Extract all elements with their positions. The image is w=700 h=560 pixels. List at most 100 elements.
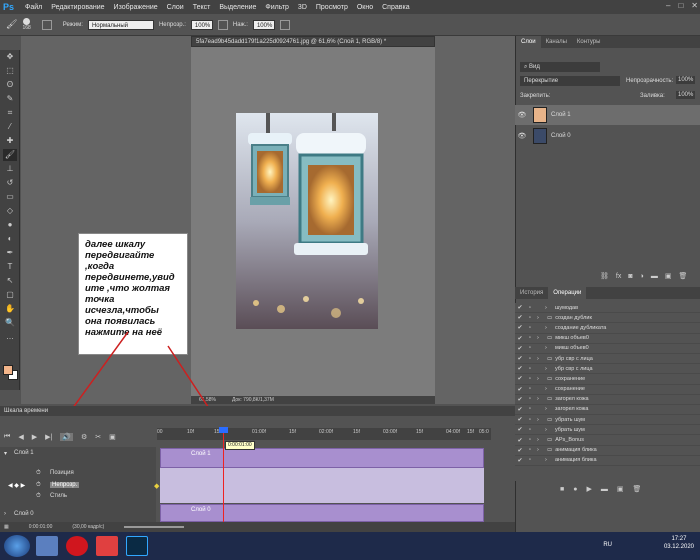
video-app-icon[interactable] [96, 536, 118, 556]
expand-arrow-icon[interactable]: › [545, 345, 555, 351]
first-frame-icon[interactable]: ⏮ [4, 433, 10, 441]
keyframe-track[interactable]: ◆ [154, 468, 484, 503]
tab-actions[interactable]: Операции [548, 287, 587, 299]
transition-icon[interactable]: ▣ [109, 433, 116, 441]
trash-icon[interactable]: 🗑 [678, 272, 687, 280]
action-check-icon[interactable]: ✔ [515, 386, 525, 393]
clip-layer-0[interactable]: Слой 0 [160, 504, 484, 522]
dialog-toggle-icon[interactable]: ▫ [525, 335, 535, 341]
layer-filter-select[interactable]: ⌕ Вид [520, 62, 600, 72]
expand-arrow-icon[interactable]: › [537, 396, 547, 402]
dialog-toggle-icon[interactable]: ▫ [525, 386, 535, 392]
action-check-icon[interactable]: ✔ [515, 396, 525, 403]
close-icon[interactable]: ✕ [691, 1, 698, 10]
action-item[interactable]: ✔ ▫ › шумодав [515, 303, 700, 314]
blend-mode-select[interactable]: Перекрытие [520, 76, 620, 86]
play-action-icon[interactable]: ▶ [586, 485, 591, 493]
expand-arrow-icon[interactable]: › [537, 437, 547, 443]
expand-arrow-icon[interactable]: › [537, 376, 547, 382]
action-item[interactable]: ✔ ▫ › анимация блика [515, 456, 700, 466]
play-icon[interactable]: ▶ [32, 433, 37, 441]
action-check-icon[interactable]: ✔ [515, 345, 525, 352]
expand-arrow-icon[interactable]: › [545, 325, 555, 331]
stopwatch-opacity-icon[interactable]: ⏱ [36, 482, 41, 489]
action-check-icon[interactable]: ✔ [515, 437, 525, 444]
expand-arrow-icon[interactable]: › [537, 356, 547, 362]
keyframe-nav-icon[interactable]: ◀ ◆ ▶ [8, 482, 25, 489]
expand-arrow-icon[interactable]: ▾ [4, 450, 7, 457]
dialog-toggle-icon[interactable]: ▫ [525, 356, 535, 362]
expand-arrow-icon[interactable]: › [537, 315, 547, 321]
action-item[interactable]: ✔ ▫ › ▭ APs_Bonus [515, 435, 700, 446]
timeline-layer-bottom[interactable]: Слой 0 [14, 511, 34, 517]
mask-icon[interactable]: ◙ [628, 273, 632, 280]
visibility-eye-icon[interactable]: 👁 [515, 111, 529, 119]
maximize-icon[interactable]: □ [678, 1, 683, 10]
action-item[interactable]: ✔ ▫ › ▭ создан дублик [515, 313, 700, 324]
photoshop-taskbar-icon[interactable] [126, 536, 148, 556]
dialog-toggle-icon[interactable]: ▫ [525, 376, 535, 382]
expand-arrow-icon[interactable]: › [537, 447, 547, 453]
layer-row-0[interactable]: 👁 Слой 0 [515, 126, 700, 146]
action-item[interactable]: ✔ ▫ › микш объев0 [515, 344, 700, 354]
action-item[interactable]: ✔ ▫ › ▭ убр свр с лица [515, 354, 700, 365]
layer-opacity-field[interactable]: 100% [676, 76, 696, 84]
action-check-icon[interactable]: ✔ [515, 426, 525, 433]
zoom-slider[interactable] [124, 526, 185, 528]
settings-gear-icon[interactable]: ⚙ [81, 433, 87, 441]
action-check-icon[interactable]: ✔ [515, 447, 525, 454]
split-clip-icon[interactable]: ✂ [95, 433, 101, 441]
action-check-icon[interactable]: ✔ [515, 457, 525, 464]
expand-arrow-icon[interactable]: › [537, 417, 547, 423]
expand-arrow-icon[interactable]: › [545, 406, 555, 412]
record-icon[interactable]: ● [573, 486, 577, 493]
next-frame-icon[interactable]: ▶| [45, 433, 52, 441]
language-indicator[interactable]: RU [603, 542, 612, 548]
row-opacity[interactable]: Непрозр. [50, 482, 80, 488]
action-item[interactable]: ✔ ▫ › создание дубликата [515, 323, 700, 334]
clock[interactable]: 17:27 03.12.2020 [664, 535, 694, 551]
playhead-line[interactable] [223, 427, 224, 523]
collapse-arrow-icon[interactable]: › [4, 511, 6, 517]
clip-layer-1[interactable]: Слой 1 [160, 448, 484, 468]
action-check-icon[interactable]: ✔ [515, 406, 525, 413]
fill-field[interactable]: 100% [676, 91, 696, 99]
action-item[interactable]: ✔ ▫ › ▭ микш объев0 [515, 334, 700, 344]
link-icon[interactable]: ⛓ [600, 272, 609, 280]
layer-row-1[interactable]: 👁 Слой 1 [515, 105, 700, 125]
keyframe-marker-icon[interactable]: ◆ [154, 482, 159, 490]
start-button[interactable] [4, 535, 30, 557]
action-check-icon[interactable]: ✔ [515, 314, 525, 321]
prev-frame-icon[interactable]: ◀ [18, 433, 23, 441]
action-check-icon[interactable]: ✔ [515, 324, 525, 331]
dialog-toggle-icon[interactable]: ▫ [525, 305, 535, 311]
dialog-toggle-icon[interactable]: ▫ [525, 427, 535, 433]
tab-paths[interactable]: Контуры [572, 36, 606, 48]
opera-icon[interactable] [66, 536, 88, 556]
action-check-icon[interactable]: ✔ [515, 335, 525, 342]
explorer-icon[interactable] [36, 536, 58, 556]
group-folder-icon[interactable]: ▬ [651, 273, 658, 280]
action-check-icon[interactable]: ✔ [515, 365, 525, 372]
action-item[interactable]: ✔ ▫ › ▭ сохранение [515, 374, 700, 385]
action-item[interactable]: ✔ ▫ › сохранение [515, 385, 700, 395]
action-check-icon[interactable]: ✔ [515, 304, 525, 311]
action-item[interactable]: ✔ ▫ › убр свр с лица [515, 364, 700, 375]
dialog-toggle-icon[interactable]: ▫ [525, 345, 535, 351]
dialog-toggle-icon[interactable]: ▫ [525, 366, 535, 372]
expand-arrow-icon[interactable]: › [545, 386, 555, 392]
action-item[interactable]: ✔ ▫ › ▭ убрать шум [515, 415, 700, 426]
fx-icon[interactable]: fx [616, 273, 621, 280]
action-item[interactable]: ✔ ▫ › убрать шум [515, 425, 700, 436]
expand-arrow-icon[interactable]: › [545, 457, 555, 463]
action-check-icon[interactable]: ✔ [515, 375, 525, 382]
expand-arrow-icon[interactable]: › [545, 366, 555, 372]
convert-frames-icon[interactable]: ▦ [4, 524, 9, 530]
expand-arrow-icon[interactable]: › [545, 427, 555, 433]
new-action-icon[interactable]: ▣ [617, 485, 624, 493]
audio-icon[interactable]: 🔊 [60, 433, 74, 441]
stopwatch-icon[interactable]: ⏱ [36, 470, 41, 477]
action-check-icon[interactable]: ✔ [515, 416, 525, 423]
dialog-toggle-icon[interactable]: ▫ [525, 325, 535, 331]
action-item[interactable]: ✔ ▫ › ▭ анимация блика [515, 446, 700, 456]
